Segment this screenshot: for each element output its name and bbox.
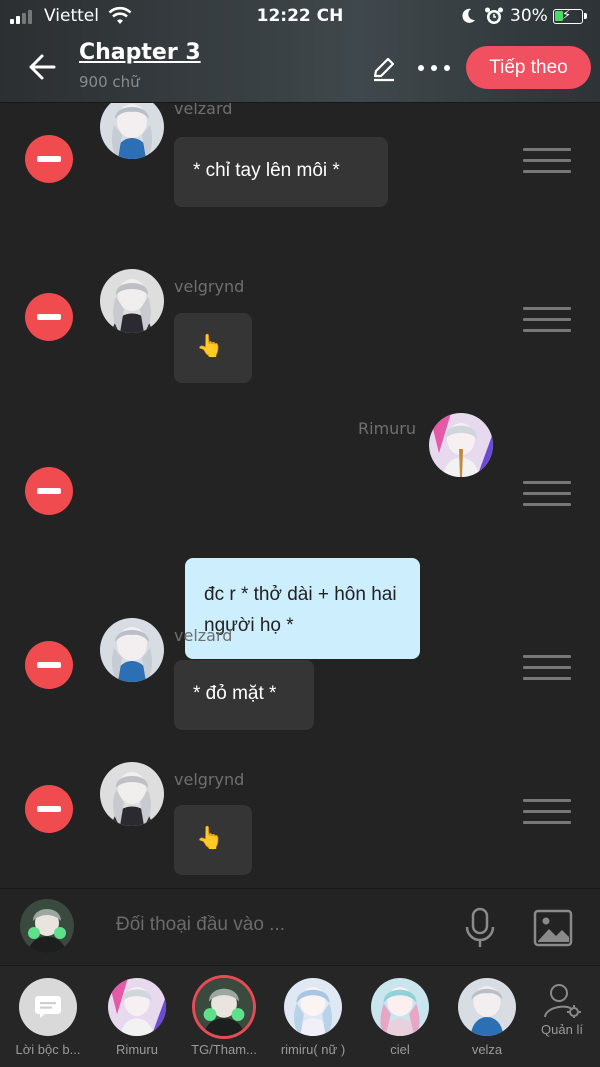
drag-handle[interactable] (523, 148, 571, 174)
avatar (100, 762, 164, 826)
character-avatar (371, 978, 429, 1036)
speaker-name: Rimuru (358, 419, 417, 438)
message-row: velgrynd 👆 (0, 759, 600, 888)
character-avatar (284, 978, 342, 1036)
status-bar: Viettel 12:22 CH 30% ⚡ (0, 0, 600, 34)
speaker-name: velgrynd (174, 277, 245, 296)
top-bar: Viettel 12:22 CH 30% ⚡ Chapter 3 900 chữ (0, 0, 600, 103)
dialogue-input[interactable]: Đối thoại đầu vào ... (116, 914, 285, 936)
delete-message-button[interactable] (25, 467, 73, 515)
character-rimuru[interactable]: Rimuru (92, 978, 182, 1057)
speaker-name: velzard (174, 626, 233, 645)
back-arrow-icon[interactable] (26, 50, 60, 84)
message-bubble[interactable]: 👆 (174, 805, 252, 875)
image-icon[interactable] (533, 909, 573, 947)
microphone-icon[interactable] (462, 907, 498, 949)
message-text: 👆 (196, 825, 224, 850)
delete-message-button[interactable] (25, 641, 73, 689)
delete-message-button[interactable] (25, 293, 73, 341)
message-bubble[interactable]: 👆 (174, 313, 252, 383)
delete-message-button[interactable] (25, 785, 73, 833)
next-chapter-button[interactable]: Tiếp theo (466, 46, 591, 89)
drag-handle[interactable] (523, 481, 571, 507)
character-avatar-selected (195, 978, 253, 1036)
message-text: 👆 (196, 333, 224, 358)
alarm-icon (485, 7, 503, 24)
character-label: TG/Tham... (191, 1042, 257, 1057)
drag-handle[interactable] (523, 799, 571, 825)
avatar (429, 413, 493, 477)
message-row: velgrynd 👆 (0, 269, 600, 389)
character-rimiru-nu[interactable]: rimiru( nữ ) (268, 978, 358, 1057)
speaker-name: velgrynd (174, 770, 245, 789)
character-avatar (108, 978, 166, 1036)
avatar (100, 103, 164, 159)
message-row: Rimuru đc r * thở dài + hôn hai người họ… (0, 409, 600, 659)
manage-label: Quản lí (541, 1022, 583, 1037)
moon-icon (462, 8, 475, 23)
delete-message-button[interactable] (25, 135, 73, 183)
battery-percent: 30% (510, 6, 548, 26)
manage-user-icon (544, 984, 581, 1019)
dialogue-input-bar: Đối thoại đầu vào ... (0, 888, 600, 965)
narration-avatar (19, 978, 77, 1036)
character-label: ciel (390, 1042, 410, 1057)
chat-list: velzard * chỉ tay lên môi * velgrynd 👆 R… (0, 103, 600, 888)
message-bubble[interactable]: * chỉ tay lên môi * (174, 137, 388, 207)
drag-handle[interactable] (523, 307, 571, 333)
character-label: rimiru( nữ ) (280, 1042, 346, 1057)
manage-characters-button[interactable]: Quản lí (532, 982, 592, 1037)
word-count: 900 chữ (79, 73, 140, 91)
chapter-title[interactable]: Chapter 3 (79, 40, 201, 65)
pencil-icon[interactable] (370, 54, 398, 82)
message-text: * đỏ mặt * (193, 683, 277, 704)
current-speaker-avatar[interactable] (20, 899, 74, 953)
message-row: velzard * đỏ mặt * (0, 615, 600, 735)
drag-handle[interactable] (523, 655, 571, 681)
character-label: Lời bộc b... (15, 1042, 81, 1057)
battery-icon: ⚡ (553, 8, 587, 24)
message-text: * chỉ tay lên môi * (193, 160, 340, 181)
character-label: Rimuru (116, 1042, 158, 1057)
avatar (100, 618, 164, 682)
message-row: velzard * chỉ tay lên môi * (0, 103, 600, 233)
speaker-name: velzard (174, 103, 233, 118)
narration-icon (35, 996, 61, 1018)
character-avatar (458, 978, 516, 1036)
character-selector: Lời bộc b... Rimuru TG/Tham... rimiru( n… (0, 965, 600, 1067)
avatar (100, 269, 164, 333)
message-bubble[interactable]: * đỏ mặt * (174, 660, 314, 730)
character-narration[interactable]: Lời bộc b... (3, 978, 93, 1057)
character-velza[interactable]: velza (442, 978, 532, 1057)
character-tg[interactable]: TG/Tham... (179, 978, 269, 1057)
character-label: velza (471, 1042, 503, 1057)
more-options-icon[interactable] (416, 56, 452, 80)
character-ciel[interactable]: ciel (355, 978, 445, 1057)
